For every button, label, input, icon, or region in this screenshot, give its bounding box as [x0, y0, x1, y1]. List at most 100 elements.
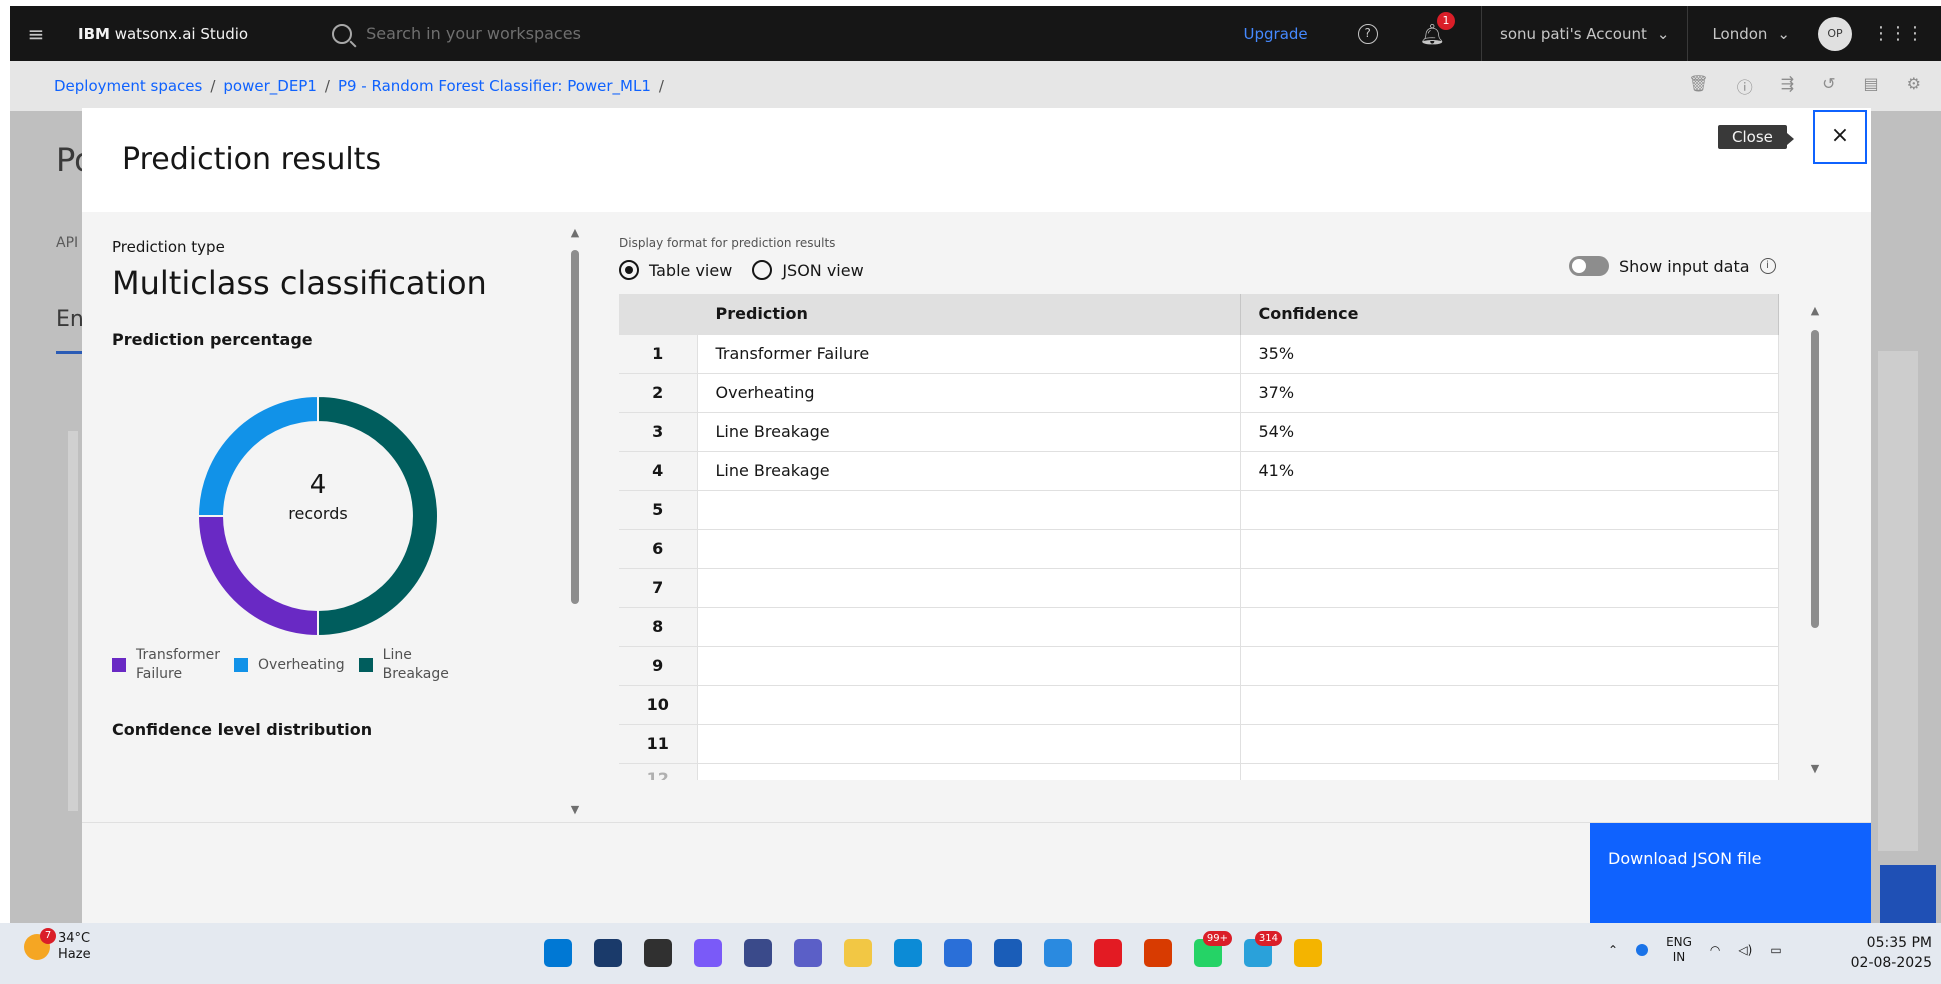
settings-icon[interactable]: ⚙︎ [1907, 74, 1921, 98]
scroll-up-icon[interactable]: ▲ [1809, 304, 1821, 317]
row-index: 8 [619, 606, 698, 646]
edge-icon[interactable] [894, 939, 922, 967]
row-index: 11 [619, 723, 698, 763]
app-badge: 314 [1254, 931, 1282, 946]
row-index: 4 [619, 450, 698, 490]
breadcrumb-deployment-spaces[interactable]: Deployment spaces [54, 77, 202, 95]
chevron-down-icon: ⌄ [1777, 24, 1790, 43]
table-header-row: Prediction Confidence [619, 294, 1779, 334]
app-brand[interactable]: IBM watsonx.ai Studio [78, 25, 248, 43]
prediction-cell: Line Breakage [697, 411, 1241, 451]
avatar[interactable]: OP [1818, 16, 1852, 51]
donut-segment-transformer-failure[interactable] [198, 515, 319, 636]
radio-selected-icon [619, 260, 639, 280]
upgrade-link[interactable]: Upgrade [1244, 25, 1308, 43]
left-scrollbar[interactable]: ▲ ▼ [569, 226, 581, 816]
app-switcher-icon[interactable]: ⋮⋮⋮ [1872, 23, 1924, 44]
show-input-data-toggle[interactable] [1569, 256, 1609, 276]
radio-table-view[interactable]: Table view [619, 260, 732, 280]
prediction-table-panel: Display format for prediction results Ta… [619, 226, 1859, 826]
volume-icon[interactable]: ◁) [1738, 943, 1752, 957]
trash-icon[interactable]: 🗑︎ [1688, 74, 1708, 98]
prediction-cell [697, 723, 1241, 763]
telegram-icon[interactable]: 314 [1244, 931, 1282, 967]
helper-icon[interactable] [1044, 939, 1072, 967]
legend-item-line-breakage[interactable]: Line Breakage [358, 646, 449, 684]
close-button[interactable]: × [1813, 110, 1867, 164]
chrome-icon[interactable] [1294, 939, 1322, 967]
notification-bell-icon[interactable]: 🔔︎ 1 [1420, 11, 1456, 46]
task-view-icon[interactable] [644, 939, 672, 967]
radio-json-view[interactable]: JSON view [752, 260, 864, 280]
system-clock[interactable]: 05:35 PM 02-08-2025 [1848, 933, 1932, 973]
hamburger-menu-icon[interactable]: ≡ [16, 22, 56, 46]
search-bar[interactable]: Search in your workspaces [332, 23, 932, 44]
scroll-down-icon[interactable]: ▼ [1809, 762, 1821, 775]
help-icon[interactable]: ? [1357, 23, 1378, 44]
youtube-icon[interactable] [1094, 939, 1122, 967]
search-icon[interactable] [594, 939, 622, 967]
breadcrumb-space[interactable]: power_DEP1 [223, 77, 316, 95]
weather-widget[interactable]: 7 34°C Haze [24, 928, 91, 963]
row-index: 1 [619, 333, 698, 373]
prediction-cell [697, 684, 1241, 724]
deploy-icon[interactable]: ⇶ [1781, 74, 1794, 98]
download-json-button[interactable]: Download JSON file [1590, 823, 1871, 924]
column-header-confidence[interactable]: Confidence [1240, 294, 1779, 334]
office-icon[interactable] [1144, 939, 1172, 967]
table-scrollbar[interactable]: ▲ ▼ [1809, 304, 1821, 804]
chevron-up-icon[interactable]: ⌃ [1608, 943, 1618, 957]
table-row: 11 [619, 723, 1779, 763]
region-switcher[interactable]: London ⌄ [1687, 6, 1808, 61]
breadcrumb-separator: / [210, 77, 216, 95]
scroll-up-icon[interactable]: ▲ [569, 226, 581, 239]
table-row: 1 Transformer Failure 35% [619, 333, 1779, 373]
display-format-radio-group: Table view JSON view [619, 260, 864, 280]
breadcrumb-deployment[interactable]: P9 - Random Forest Classifier: Power_ML1 [338, 77, 651, 95]
history-icon[interactable]: ↺ [1822, 74, 1835, 98]
prediction-cell: Overheating [697, 372, 1241, 412]
background-button [1880, 865, 1936, 923]
clock-date: 02-08-2025 [1850, 955, 1932, 971]
prediction-cell [697, 606, 1241, 646]
windows-start-icon[interactable] [544, 939, 572, 967]
show-input-data-toggle-group: Show input data i [1569, 256, 1776, 276]
prediction-percentage-label: Prediction percentage [112, 330, 313, 349]
network-badge-icon[interactable] [1636, 944, 1649, 956]
legend-item-overheating[interactable]: Overheating [234, 646, 345, 684]
info-icon[interactable]: ⓘ [1737, 74, 1753, 98]
confidence-cell [1240, 528, 1779, 568]
confidence-cell: 41% [1240, 450, 1779, 490]
info-icon[interactable]: i [1759, 258, 1776, 274]
table-row: 12 [619, 762, 1779, 780]
show-input-data-label: Show input data [1619, 256, 1750, 276]
scroll-thumb[interactable] [1811, 330, 1819, 628]
column-header-prediction[interactable]: Prediction [697, 294, 1241, 334]
copilot-icon[interactable] [694, 939, 722, 967]
account-switcher[interactable]: sonu pati's Account ⌄ [1481, 6, 1687, 61]
scroll-down-icon[interactable]: ▼ [569, 803, 581, 816]
prediction-type-value: Multiclass classification [112, 264, 487, 302]
teams-icon[interactable] [794, 939, 822, 967]
chat-icon[interactable] [744, 939, 772, 967]
file-explorer-icon[interactable] [844, 939, 872, 967]
code-icon[interactable]: ▤ [1864, 74, 1879, 98]
table-row: 10 [619, 684, 1779, 724]
windows-taskbar: 7 34°C Haze 99+ 314 ⌃ ENG IN ◠ ◁) ▭ 05:35 P… [0, 923, 1941, 984]
row-index: 7 [619, 567, 698, 607]
notification-badge: 1 [1437, 11, 1456, 30]
prediction-cell [697, 567, 1241, 607]
breadcrumb-bar: Deployment spaces / power_DEP1 / P9 - Ra… [10, 61, 1941, 111]
whatsapp-icon[interactable]: 99+ [1194, 931, 1232, 967]
legend-item-transformer-failure[interactable]: Transformer Failure [112, 646, 220, 684]
store-icon[interactable] [944, 939, 972, 967]
battery-icon[interactable]: ▭ [1770, 943, 1781, 957]
donut-record-label: records [288, 504, 348, 523]
region-name: London [1712, 24, 1768, 43]
scroll-thumb[interactable] [571, 250, 579, 604]
language-indicator[interactable]: ENG IN [1666, 935, 1692, 965]
confidence-cell [1240, 762, 1779, 780]
legend-label: Failure [136, 666, 183, 682]
hp-icon[interactable] [994, 939, 1022, 967]
wifi-icon[interactable]: ◠ [1710, 943, 1720, 957]
